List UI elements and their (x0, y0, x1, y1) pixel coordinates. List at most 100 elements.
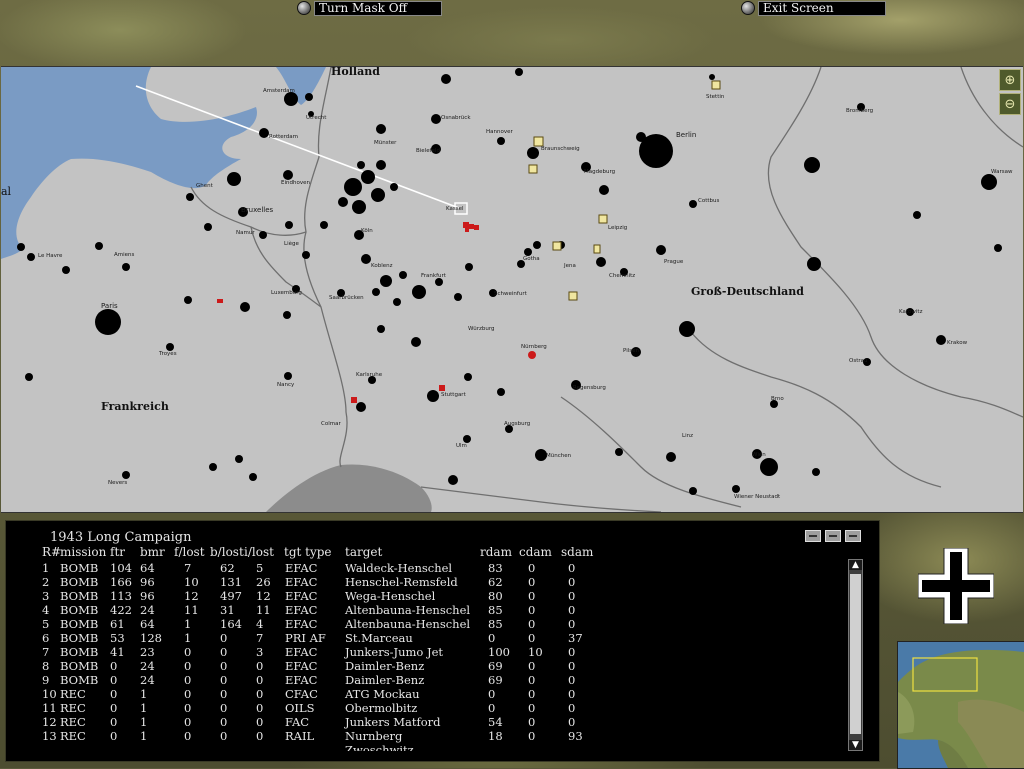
table-row[interactable]: 5 BOMB 61 64 1 164 4 EFAC Altenbauna-Henschel 85 0… (6, 617, 836, 631)
balkenkreuz-icon (918, 548, 994, 624)
table-row[interactable]: 12 REC 0 1 0 0 0 FAC Junkers Matford 54 0 0 (6, 715, 836, 729)
table-cell: St.Marceau (345, 631, 413, 645)
table-cell: Altenbauna-Henschel (345, 617, 471, 631)
scroll-down-icon[interactable]: ▼ (849, 740, 862, 750)
table-cell: REC (60, 729, 86, 743)
city-label: Katowitz (899, 309, 923, 315)
scroll-thumb[interactable] (850, 574, 861, 734)
table-cell: 12 (42, 715, 57, 729)
city-label: Schweinfurt (494, 291, 528, 297)
table-cell: Obermolbitz (345, 701, 418, 715)
table-cell: 0 (220, 631, 228, 645)
exit-screen-button[interactable]: Exit Screen (741, 0, 886, 16)
table-cell: 0 (528, 561, 536, 575)
table-cell: 1 (140, 701, 148, 715)
city-label: Colmar (321, 421, 341, 427)
table-cell: 9 (42, 673, 50, 687)
city-label: Saarbrücken (329, 295, 364, 301)
table-cell: 0 (184, 701, 192, 715)
table-cell: 0 (256, 715, 264, 729)
table-cell: 0 (528, 687, 536, 701)
table-row[interactable]: 2 BOMB 166 96 10 131 26 EFAC Henschel-Remsfeld 62… (6, 575, 836, 589)
table-cell: 85 (488, 617, 503, 631)
city-label: Amsterdam (263, 88, 295, 94)
campaign-map[interactable]: Holland Groß-Deutschland Frankreich al A… (1, 66, 1023, 513)
table-row[interactable]: 10 REC 0 1 0 0 0 CFAC ATG Mockau 0 0 0 (6, 687, 836, 701)
table-cell: 7 (42, 645, 50, 659)
table-row[interactable]: 4 BOMB 422 24 11 31 11 EFAC Altenbauna-Henschel 8… (6, 603, 836, 617)
table-cell: BOMB (60, 673, 99, 687)
table-cell: 0 (220, 729, 228, 743)
table-cell: Junkers-Jumo Jet (345, 645, 444, 659)
table-cell: 3 (42, 589, 50, 603)
table-cell: 69 (488, 659, 503, 673)
table-row[interactable]: 13 REC 0 1 0 0 0 RAIL Nurnberg 18 0 93 (6, 729, 836, 743)
table-row[interactable]: Zwoschwitz (6, 743, 836, 751)
city-label: Le Havre (38, 253, 63, 259)
table-row[interactable]: 7 BOMB 41 23 0 0 3 EFAC Junkers-Jumo Jet 100 10 0 (6, 645, 836, 659)
region-label-germany: Groß-Deutschland (691, 285, 804, 298)
table-cell: 13 (42, 729, 57, 743)
zoom-out-button[interactable]: ⊖ (999, 93, 1021, 115)
table-cell: 0 (568, 589, 576, 603)
city-label: Wiener Neustadt (734, 494, 781, 500)
table-cell: BOMB (60, 575, 99, 589)
table-cell: EFAC (285, 645, 318, 659)
table-cell: 6 (42, 631, 50, 645)
table-row[interactable]: 1 BOMB 104 64 7 62 5 EFAC Waldeck-Henschel 83 0 0 (6, 561, 836, 575)
overview-minimap[interactable] (897, 641, 1024, 769)
city-label: Stettin (706, 94, 725, 100)
table-cell: Junkers Matford (345, 715, 441, 729)
city-label: Krakow (947, 340, 968, 346)
table-cell: 3 (256, 645, 264, 659)
turn-mask-off-button[interactable]: Turn Mask Off (297, 0, 442, 16)
city-label: Chemnitz (609, 273, 635, 279)
table-row[interactable]: 8 BOMB 0 24 0 0 0 EFAC Daimler-Benz 69 0 0 (6, 659, 836, 673)
region-label-west: al (1, 185, 12, 198)
table-scrollbar[interactable]: ▲ ▼ (848, 559, 863, 751)
table-cell: 10 (528, 645, 543, 659)
table-cell: 85 (488, 603, 503, 617)
table-cell: 0 (220, 673, 228, 687)
city-label: Würzburg (468, 326, 495, 332)
table-cell: 11 (184, 603, 199, 617)
city-label: Magdeburg (584, 169, 615, 175)
city-label: Amiens (114, 252, 135, 258)
table-cell: 69 (488, 673, 503, 687)
table-cell: EFAC (285, 589, 318, 603)
table-cell: OILS (285, 701, 315, 715)
table-cell: BOMB (60, 645, 99, 659)
table-cell: 0 (568, 701, 576, 715)
table-cell: CFAC (285, 687, 318, 701)
table-cell: 0 (488, 687, 496, 701)
table-cell: 113 (110, 589, 132, 603)
table-cell: 497 (220, 589, 242, 603)
maximize-icon[interactable] (845, 530, 861, 542)
table-cell: 0 (528, 617, 536, 631)
city-label: Münster (374, 140, 397, 146)
table-cell: BOMB (60, 659, 99, 673)
table-cell: 53 (110, 631, 125, 645)
city-label: Brno (771, 396, 784, 402)
table-cell: 10 (42, 687, 57, 701)
table-cell: 0 (110, 701, 118, 715)
table-row[interactable]: 11 REC 0 1 0 0 0 OILS Obermolbitz 0 0 0 (6, 701, 836, 715)
table-cell: 8 (42, 659, 50, 673)
exit-screen-label: Exit Screen (758, 0, 886, 16)
table-cell: 0 (528, 575, 536, 589)
city-label: Utrecht (306, 115, 327, 121)
city-label: Rotterdam (269, 134, 298, 140)
table-cell: 64 (140, 617, 155, 631)
knob-icon (741, 1, 755, 15)
zoom-in-button[interactable]: ⊕ (999, 69, 1021, 91)
table-cell: 0 (110, 659, 118, 673)
scroll-up-icon[interactable]: ▲ (849, 560, 862, 570)
table-cell: 0 (220, 701, 228, 715)
table-cell: 0 (256, 701, 264, 715)
table-row[interactable]: 9 BOMB 0 24 0 0 0 EFAC Daimler-Benz 69 0 0 (6, 673, 836, 687)
table-row[interactable]: 6 BOMB 53 128 1 0 7 PRI AF St.Marceau 0 0 37 (6, 631, 836, 645)
table-row[interactable]: 3 BOMB 113 96 12 497 12 EFAC Wega-Henschel 80 0 0 (6, 589, 836, 603)
table-cell: REC (60, 701, 86, 715)
city-label: Braunschweig (541, 146, 580, 152)
city-label: Wien (752, 452, 766, 458)
